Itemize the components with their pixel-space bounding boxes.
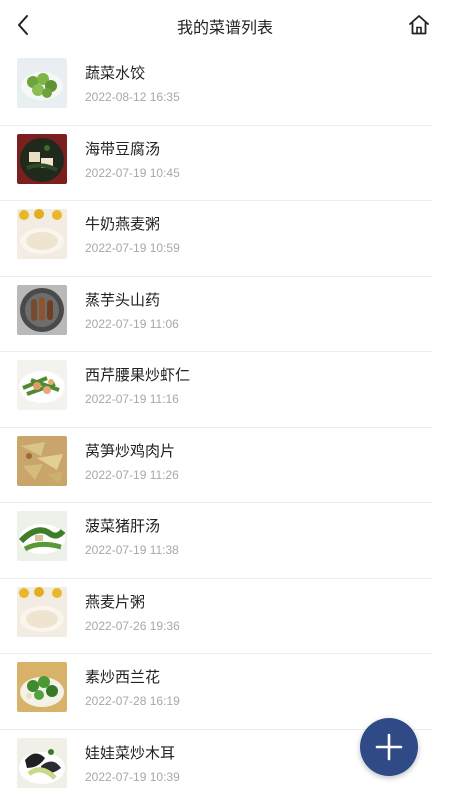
recipe-time: 2022-07-28 16:19 [85, 694, 180, 708]
recipe-time: 2022-07-19 10:59 [85, 241, 180, 255]
recipe-thumbnail [17, 360, 67, 410]
add-recipe-button[interactable] [360, 718, 418, 776]
recipe-name: 菠菜猪肝汤 [85, 517, 161, 535]
recipe-name: 牛奶燕麦粥 [85, 215, 161, 233]
recipe-time: 2022-07-19 11:16 [85, 392, 179, 406]
home-button[interactable] [406, 12, 432, 38]
recipe-time: 2022-07-19 11:06 [85, 316, 179, 331]
home-icon [409, 15, 429, 35]
recipe-name: 海带豆腐汤 [85, 139, 161, 158]
top-bar: 我的菜谱列表 [0, 0, 450, 50]
recipe-thumbnail [17, 511, 67, 561]
recipe-thumbnail [17, 737, 67, 788]
recipe-thumbnail [17, 133, 67, 184]
recipe-time: 2022-07-19 11:26 [85, 467, 179, 482]
page-title: 我的菜谱列表 [176, 18, 273, 37]
recipe-time: 2022-07-19 11:38 [85, 543, 179, 557]
recipe-item[interactable]: 牛奶燕麦粥 2022-07-19 10:59 [0, 201, 450, 277]
recipe-name: 素炒西兰花 [85, 668, 161, 686]
recipe-time: 2022-07-19 10:45 [85, 165, 180, 180]
recipe-item[interactable]: 蔬菜水饺 2022-08-12 16:35 [0, 50, 450, 126]
recipe-item[interactable]: 蒸芋头山药 2022-07-19 11:06 [0, 277, 450, 353]
recipe-time: 2022-07-19 10:39 [85, 769, 180, 784]
recipe-name: 西芹腰果炒虾仁 [85, 366, 191, 384]
recipe-time: 2022-07-26 19:36 [85, 618, 180, 633]
recipe-list: 蔬菜水饺 2022-08-12 16:35 海带豆腐汤 2022-07-19 1… [0, 50, 450, 800]
recipe-time: 2022-08-12 16:35 [85, 90, 180, 104]
plus-icon [375, 733, 403, 761]
recipe-thumbnail [17, 209, 67, 259]
recipe-thumbnail [17, 284, 67, 335]
recipe-name: 娃娃菜炒木耳 [85, 743, 176, 762]
recipe-name: 蔬菜水饺 [85, 64, 146, 82]
recipe-thumbnail [17, 586, 67, 637]
recipe-thumbnail [17, 662, 67, 712]
recipe-item[interactable]: 菠菜猪肝汤 2022-07-19 11:38 [0, 503, 450, 579]
recipe-name: 燕麦片粥 [85, 592, 146, 611]
recipe-name: 莴笋炒鸡肉片 [85, 441, 176, 460]
recipe-item[interactable]: 西芹腰果炒虾仁 2022-07-19 11:16 [0, 352, 450, 428]
recipe-item[interactable]: 海带豆腐汤 2022-07-19 10:45 [0, 126, 450, 202]
recipe-item[interactable]: 燕麦片粥 2022-07-26 19:36 [0, 579, 450, 655]
recipe-thumbnail [17, 58, 67, 108]
recipe-thumbnail [17, 435, 67, 486]
recipe-name: 蒸芋头山药 [85, 290, 161, 309]
recipe-item[interactable]: 莴笋炒鸡肉片 2022-07-19 11:26 [0, 428, 450, 504]
